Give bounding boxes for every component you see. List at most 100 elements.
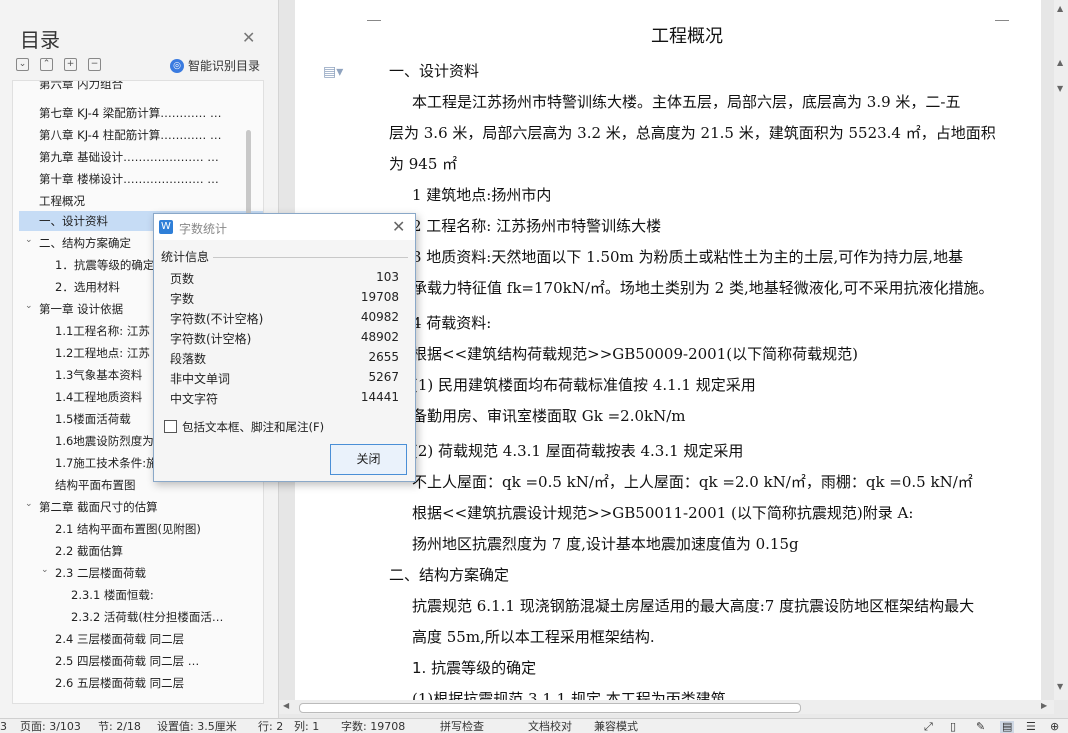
fullscreen-icon[interactable]: ⤢	[924, 721, 933, 733]
status-item[interactable]: 拼写检查	[440, 721, 484, 733]
document-title: 工程概况	[651, 26, 723, 47]
horizontal-scrollbar[interactable]: ◀ ▶	[279, 700, 1054, 714]
toc-item[interactable]: 2.3.1 楼面恒载:	[71, 585, 154, 605]
expand-icon[interactable]: ⌃	[40, 58, 53, 71]
status-item[interactable]: 兼容模式	[594, 721, 638, 733]
toc-item[interactable]: 第一章 设计依据	[39, 299, 123, 319]
toc-item[interactable]: 第九章 基础设计………………… …	[39, 147, 219, 167]
scroll-right-icon[interactable]: ▶	[1041, 701, 1047, 710]
web-view-icon[interactable]: ⊕	[1050, 721, 1059, 733]
paragraph-line: (1) 民用建筑楼面均布荷载标准值按 4.1.1 规定采用	[412, 376, 756, 394]
section-heading: 一、设计资料	[389, 62, 480, 80]
status-item[interactable]: 3	[0, 721, 7, 733]
toc-item[interactable]: 2.3 二层楼面荷载	[55, 563, 146, 583]
paragraph-line: 扬州地区抗震烈度为 7 度,设计基本地震加速度值为 0.15g	[412, 535, 799, 553]
stat-label: 字数	[170, 292, 195, 306]
chevron-down-icon[interactable]: ⌄	[25, 235, 33, 245]
read-mode-icon[interactable]: ▯	[950, 721, 956, 733]
stat-value: 19708	[360, 290, 399, 304]
status-item[interactable]: 字数: 19708	[341, 721, 405, 733]
chevron-down-icon[interactable]: ⌄	[41, 565, 49, 575]
page-corner-mark	[995, 10, 1009, 21]
chevron-down-icon[interactable]: ⌄	[25, 499, 33, 509]
stat-label: 页数	[170, 272, 195, 286]
toc-item[interactable]: 1.6地震设防烈度为	[55, 431, 154, 451]
toc-item[interactable]: 第六章 内力组合	[39, 81, 123, 94]
paragraph-line: 承载力特征值 fk=170kN/㎡。场地土类别为 2 类,地基轻微液化,可不采用…	[412, 279, 994, 297]
stat-label: 段落数	[170, 352, 207, 366]
toc-item[interactable]: 第七章 KJ-4 梁配筋计算………… …	[39, 103, 221, 123]
toc-item[interactable]: 1.1工程名称: 江苏	[55, 321, 150, 341]
stat-value: 103	[376, 270, 399, 284]
status-item[interactable]: 节: 2/18	[98, 721, 141, 733]
collapse-all-icon[interactable]: ⌄	[16, 58, 29, 71]
stat-value: 5267	[368, 370, 399, 384]
vertical-scrollbar[interactable]: ▲ ▲ ▼ ▼	[1054, 0, 1068, 700]
paragraph-line: 根据<<建筑结构荷载规范>>GB50009-2001(以下简称荷载规范)	[412, 345, 858, 363]
toc-item[interactable]: 第二章 截面尺寸的估算	[39, 497, 158, 517]
stat-value: 40982	[360, 310, 399, 324]
toc-item[interactable]: 2.1 结构平面布置图(见附图)	[55, 519, 201, 539]
toc-item[interactable]: 1.3气象基本资料	[55, 365, 142, 385]
outline-view-icon[interactable]: ☰	[1026, 721, 1036, 733]
toc-item[interactable]: 二、结构方案确定	[39, 233, 131, 253]
status-bar: 3 页面: 3/103 节: 2/18 设置值: 3.5厘米 行: 2 列: 1 字数: 1…	[0, 718, 1068, 733]
status-item[interactable]: 文档校对	[528, 721, 572, 733]
page-view-icon[interactable]: ▤	[1000, 721, 1015, 733]
smart-toc-button[interactable]: ◎ 智能识别目录	[170, 57, 260, 74]
dialog-titlebar[interactable]: W 字数统计 ✕	[154, 214, 415, 240]
toc-item[interactable]: 1.4工程地质资料	[55, 387, 142, 407]
smart-toc-label: 智能识别目录	[188, 59, 261, 73]
paragraph-line: 为 945 ㎡	[389, 155, 458, 173]
smart-icon: ◎	[170, 58, 184, 73]
status-item[interactable]: 页面: 3/103	[20, 721, 81, 733]
paragraph-line: 3 地质资料:天然地面以下 1.50m 为粉质土或粘性土为主的土层,可作为持力层…	[412, 248, 964, 266]
stats-group-label: 统计信息	[161, 248, 214, 265]
toc-item[interactable]: 1.2工程地点: 江苏	[55, 343, 150, 363]
scroll-left-icon[interactable]: ◀	[283, 701, 289, 710]
toc-item[interactable]: 工程概况	[39, 191, 85, 211]
status-item[interactable]: 行: 2	[258, 721, 283, 733]
status-item[interactable]: 列: 1	[294, 721, 319, 733]
scroll-down-icon[interactable]: ▼	[1057, 682, 1063, 691]
word-count-dialog: W 字数统计 ✕ 统计信息 页数 103 字数 19708 字符数(不计空格) 40982…	[153, 213, 416, 482]
section-heading: 二、结构方案确定	[389, 566, 510, 584]
stat-label: 字符数(不计空格)	[170, 312, 264, 326]
remove-icon[interactable]: −	[88, 58, 101, 71]
toc-item[interactable]: 2．选用材料	[55, 277, 120, 297]
include-textbox-checkbox[interactable]	[164, 420, 177, 433]
close-button[interactable]: 关闭	[330, 444, 407, 475]
toc-item[interactable]: 1．抗震等级的确定	[55, 255, 154, 275]
scroll-up-icon[interactable]: ▲	[1057, 58, 1063, 67]
toc-item[interactable]: 1.7施工技术条件:施	[55, 453, 158, 473]
add-icon[interactable]: +	[64, 58, 77, 71]
stat-value: 2655	[368, 350, 399, 364]
toc-item[interactable]: 2.2 截面估算	[55, 541, 123, 561]
edit-icon[interactable]: ✎	[976, 721, 985, 733]
toc-item[interactable]: 1.5楼面活荷载	[55, 409, 131, 429]
paragraph-line: 不上人屋面：qk =0.5 kN/㎡，上人屋面：qk =2.0 kN/㎡，雨棚：…	[412, 473, 973, 491]
toc-item[interactable]: 2.4 三层楼面荷载 同二层	[55, 629, 184, 649]
horizontal-scroll-thumb[interactable]	[299, 703, 801, 713]
toc-item[interactable]: 结构平面布置图	[55, 475, 136, 495]
dialog-title: 字数统计	[179, 222, 228, 236]
scroll-up-icon[interactable]: ▲	[1057, 4, 1063, 13]
include-textbox-label[interactable]: 包括文本框、脚注和尾注(F)	[182, 419, 324, 435]
section-heading: 1. 抗震等级的确定	[412, 659, 537, 677]
toc-item[interactable]: 2.5 四层楼面荷载 同二层 …	[55, 651, 199, 671]
chevron-down-icon[interactable]: ⌄	[25, 301, 33, 311]
stat-label: 非中文单词	[170, 372, 231, 386]
scroll-down-icon[interactable]: ▼	[1057, 84, 1063, 93]
stat-label: 中文字符	[170, 392, 219, 406]
toc-item[interactable]: 2.3.2 活荷载(柱分担楼面活…	[71, 607, 223, 627]
paragraph-line: 抗震规范 6.1.1 现浇钢筋混凝土房屋适用的最大高度:7 度抗震设防地区框架结…	[412, 597, 975, 615]
close-icon[interactable]: ✕	[242, 28, 255, 47]
toc-item[interactable]: 第十章 楼梯设计………………… …	[39, 169, 219, 189]
toc-item[interactable]: 第八章 KJ-4 柱配筋计算………… …	[39, 125, 221, 145]
stat-value: 48902	[360, 330, 399, 344]
status-item[interactable]: 设置值: 3.5厘米	[157, 721, 237, 733]
close-icon[interactable]: ✕	[392, 217, 405, 236]
paragraph-line: 1 建筑地点:扬州市内	[412, 186, 552, 204]
document-icon[interactable]: ▤▾	[323, 64, 343, 80]
toc-item[interactable]: 2.6 五层楼面荷载 同二层	[55, 673, 184, 693]
